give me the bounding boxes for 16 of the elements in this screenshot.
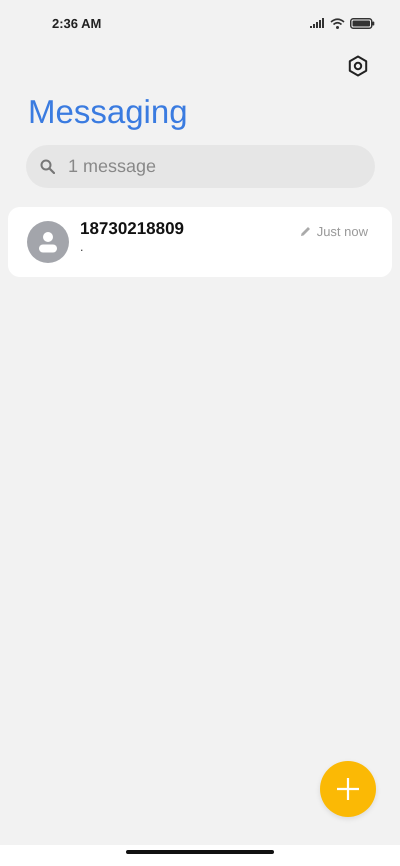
wifi-icon — [330, 18, 345, 28]
signal-icon — [310, 18, 325, 28]
status-time: 2:36 AM — [52, 16, 102, 30]
settings-icon[interactable] — [348, 55, 368, 77]
page-title: Messaging — [28, 92, 189, 132]
avatar-icon — [27, 221, 69, 263]
home-indicator[interactable] — [126, 850, 274, 854]
sender-name: 18730218809 — [80, 219, 186, 239]
compose-button[interactable] — [320, 761, 376, 817]
search-field[interactable]: 1 message — [26, 145, 375, 188]
battery-icon — [350, 18, 375, 28]
plus-icon — [336, 777, 360, 801]
search-icon — [40, 159, 55, 174]
message-time: Just now — [316, 224, 368, 239]
conversation-item[interactable]: 18730218809 . Just now — [8, 207, 392, 277]
message-preview: . — [80, 241, 84, 254]
